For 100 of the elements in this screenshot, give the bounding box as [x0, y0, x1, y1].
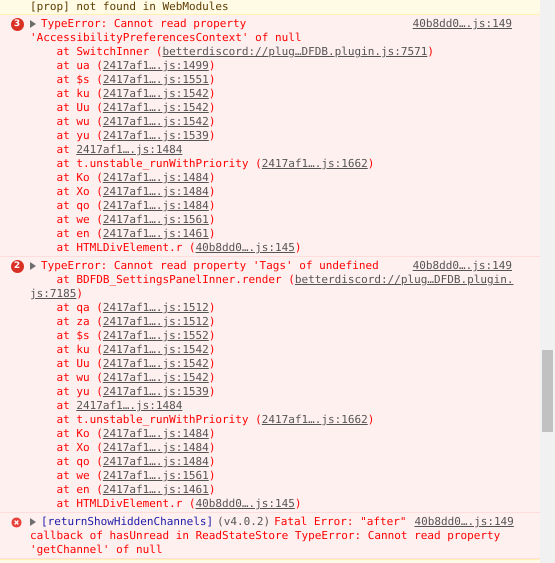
version-label: (v4.0.2)	[217, 515, 270, 529]
stack-frame-text: )	[76, 287, 83, 300]
stack-frame-text: )	[208, 227, 216, 240]
stack-frame-text: )	[208, 483, 216, 496]
stack-frame-link[interactable]: 2417af1….js:1484	[76, 143, 182, 156]
error-message: TypeError: Cannot read property	[40, 17, 246, 31]
stack-frame-link[interactable]: 2417af1….js:1662	[262, 413, 368, 426]
stack-frame-text: )	[208, 199, 216, 212]
stack-frame-text: at ku (	[56, 87, 103, 100]
stack-frame-text: at $s (	[56, 329, 103, 342]
stack-frame-link[interactable]: 2417af1….js:1552	[102, 329, 209, 342]
scrollbar[interactable]	[540, 0, 555, 563]
stack-frame-text: )	[427, 45, 434, 58]
stack-frame-text: at t.unstable_runWithPriority (	[56, 157, 262, 170]
scrollbar-thumb[interactable]	[542, 350, 553, 432]
stack-frame-text: at qo (	[56, 455, 103, 468]
stack-frame-text: at t.unstable_runWithPriority (	[56, 413, 262, 426]
stack-frame-link[interactable]: 2417af1….js:1561	[102, 469, 209, 482]
stack-frame-text: at we (	[56, 469, 103, 482]
stack-frame-link[interactable]: 2417af1….js:1551	[102, 73, 209, 86]
stack-frame-link[interactable]: 2417af1….js:1484	[102, 171, 209, 184]
stack-frame-text: )	[208, 427, 216, 440]
stack-frame-link[interactable]: 2417af1….js:1542	[102, 115, 209, 128]
stack-frame-text: )	[208, 87, 216, 100]
stack-frame-text: )	[368, 157, 374, 170]
stack-frame-text: )	[208, 213, 216, 226]
repeat-count-badge: 2	[10, 260, 24, 273]
stack-frame-text: )	[208, 59, 216, 72]
stack-frame-text: at wu (	[56, 371, 103, 384]
stack-frame-link[interactable]: 2417af1….js:1542	[102, 87, 209, 100]
stack-frame-text: )	[208, 455, 216, 468]
stack-frame-link[interactable]: 2417af1….js:1484	[102, 199, 209, 212]
stack-frame-link[interactable]: 2417af1….js:1662	[262, 157, 368, 170]
stack-frame-link[interactable]: 2417af1….js:1461	[102, 483, 209, 496]
stack-frame-link[interactable]: betterdiscord://plug…DFDB.plugin.	[294, 273, 514, 286]
stack-frame-link[interactable]: js:7185	[30, 287, 76, 300]
source-link[interactable]: 40b8dd0….js:149	[412, 17, 512, 31]
stack-frame-text: )	[294, 497, 302, 510]
stack-frame-link[interactable]: 2417af1….js:1484	[76, 399, 182, 412]
stack-frame-link[interactable]: 2417af1….js:1484	[102, 427, 209, 440]
stack-frame-text: at	[56, 399, 70, 412]
stack-frame-link[interactable]: 2417af1….js:1561	[102, 213, 209, 226]
expand-triangle-icon[interactable]	[30, 262, 36, 270]
stack-frame-link[interactable]: 2417af1….js:1542	[102, 343, 209, 356]
stack-frame-text: )	[208, 469, 216, 482]
stack-frame-text: )	[208, 441, 216, 454]
error-message: Fatal Error: "after"	[274, 515, 407, 529]
stack-frame-text: at we (	[56, 213, 103, 226]
expand-triangle-icon[interactable]	[30, 20, 36, 28]
stack-frame-text: at Xo (	[56, 441, 103, 454]
stack-frame-text: )	[208, 357, 216, 370]
stack-frame-text: at Xo (	[56, 185, 103, 198]
stack-frame-text: )	[208, 343, 216, 356]
stack-frame-text: at ua (	[56, 59, 103, 72]
stack-frame-link[interactable]: 2417af1….js:1484	[102, 441, 209, 454]
stack-frame-link[interactable]: 40b8dd0….js:145	[196, 497, 295, 510]
stack-frame-link[interactable]: 40b8dd0….js:145	[196, 241, 295, 254]
stack-frame-text: at SwitchInner (	[56, 45, 162, 58]
stack-frame-text: at ku (	[56, 343, 103, 356]
error-message: TypeError: Cannot read property 'Tags' of undefined	[40, 259, 379, 273]
stack-frame-text: )	[208, 101, 216, 114]
stack-frame-text: )	[208, 129, 216, 142]
stack-frame-text: )	[368, 413, 374, 426]
stack-frame-link[interactable]: 2417af1….js:1499	[102, 59, 209, 72]
stack-frame-link[interactable]: 2417af1….js:1539	[102, 129, 209, 142]
stack-frame-text: at yu (	[56, 129, 103, 142]
stack-frame-text: at HTMLDivElement.r (	[56, 241, 196, 254]
stack-frame-link[interactable]: 2417af1….js:1512	[102, 301, 209, 314]
stack-frame-link[interactable]: betterdiscord://plug…DFDB.plugin.js:7571	[162, 45, 428, 58]
stack-frame-text: )	[208, 315, 216, 328]
stack-frame-text: at en (	[56, 227, 103, 240]
stack-frame-text: )	[208, 371, 216, 384]
stack-frame-text: at wu (	[56, 115, 103, 128]
repeat-count-badge: 3	[10, 18, 24, 31]
stack-frame-link[interactable]: 2417af1….js:1542	[102, 101, 209, 114]
stack-frame-text: )	[208, 329, 216, 342]
stack-frame-text: at Ko (	[56, 427, 103, 440]
stack-frame-text: at BDFDB_SettingsPanelInner.render (	[56, 273, 295, 286]
stack-frame-text: at Uu (	[56, 101, 103, 114]
error-message: 'AccessibilityPreferencesContext' of null	[30, 31, 302, 44]
warning-message: [prop] not found in WebModules	[30, 0, 229, 13]
stack-frame-link[interactable]: 2417af1….js:1461	[102, 227, 209, 240]
stack-frame-text: )	[294, 241, 302, 254]
source-link[interactable]: 40b8dd0….js:149	[412, 259, 512, 273]
stack-frame-link[interactable]: 2417af1….js:1542	[102, 357, 209, 370]
error-message: 'getChannel' of null	[30, 543, 162, 556]
stack-frame-link[interactable]: 2417af1….js:1484	[102, 455, 209, 468]
stack-frame-text: )	[208, 185, 216, 198]
stack-frame-link[interactable]: 2417af1….js:1539	[102, 385, 209, 398]
stack-frame-text: )	[208, 73, 216, 86]
stack-frame-link[interactable]: 2417af1….js:1484	[102, 185, 209, 198]
stack-frame-text: at Ko (	[56, 171, 103, 184]
stack-frame-text: at HTMLDivElement.r (	[56, 497, 196, 510]
stack-frame-link[interactable]: 2417af1….js:1542	[102, 371, 209, 384]
stack-frame-link[interactable]: 2417af1….js:1512	[102, 315, 209, 328]
plugin-name: [returnShowHiddenChannels]	[40, 515, 214, 529]
expand-triangle-icon[interactable]	[30, 518, 36, 526]
stack-frame-text: at za (	[56, 315, 103, 328]
stack-frame-text: at	[56, 143, 70, 156]
source-link[interactable]: 40b8dd0….js:149	[414, 515, 514, 529]
